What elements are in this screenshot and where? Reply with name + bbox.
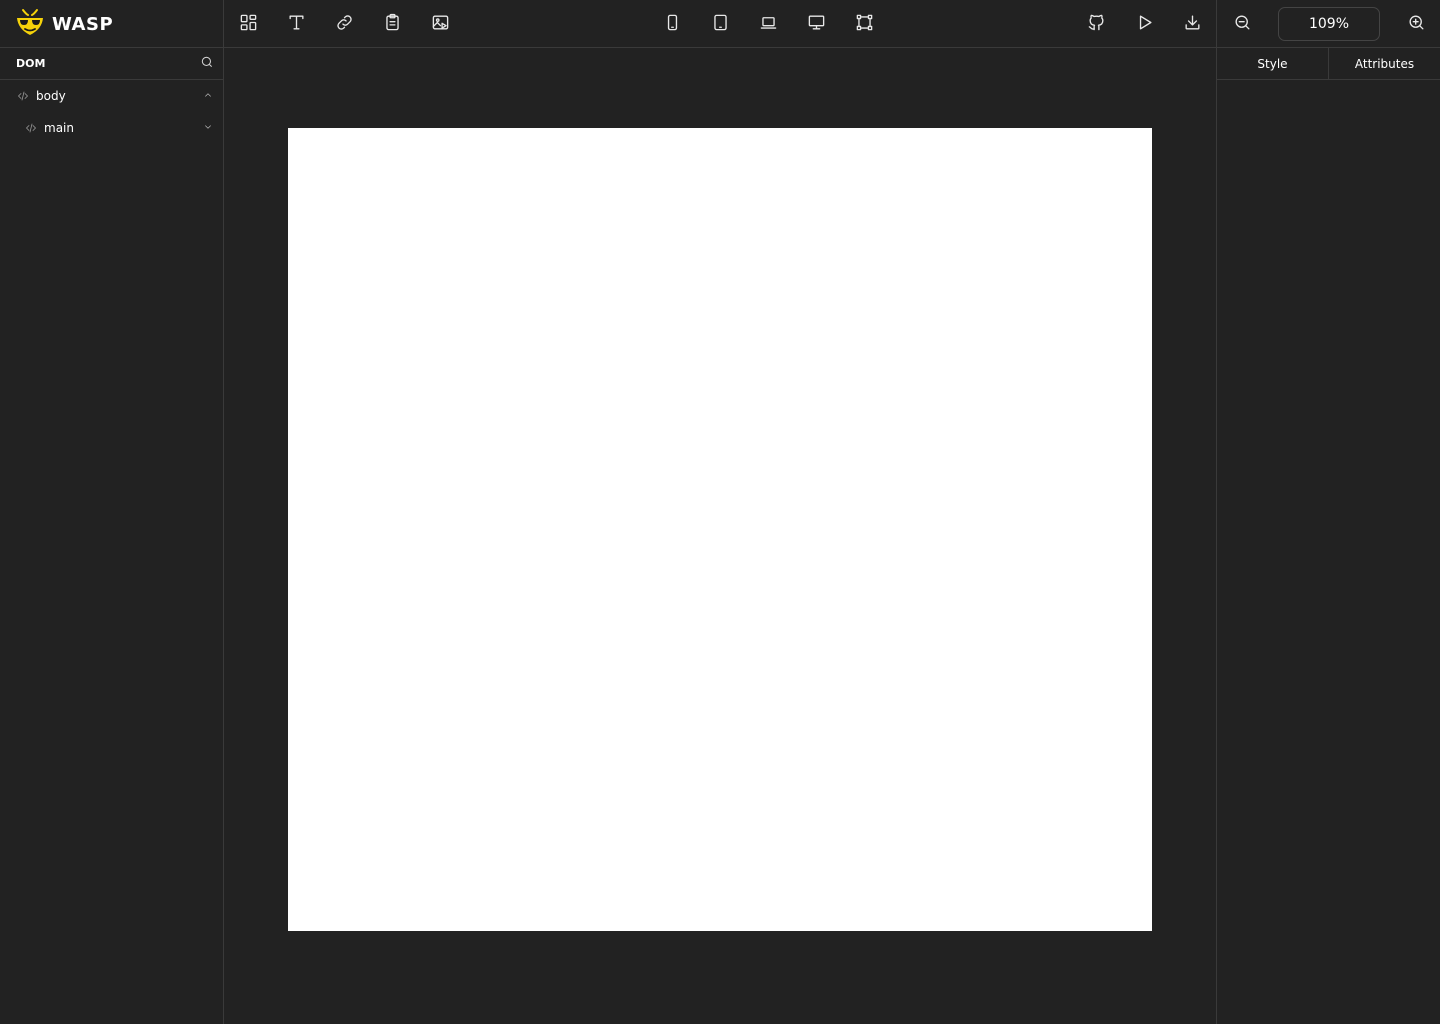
media-button[interactable]	[425, 9, 455, 39]
github-button[interactable]	[1081, 9, 1111, 39]
tablet-icon	[711, 13, 730, 36]
page-frame[interactable]	[288, 128, 1152, 931]
wasp-logo-icon	[14, 7, 46, 41]
tree-node-label: body	[36, 89, 66, 103]
play-icon	[1135, 13, 1154, 36]
zoom-controls: 109%	[1216, 0, 1440, 48]
zoom-in-icon	[1407, 13, 1426, 36]
laptop-icon	[759, 13, 778, 36]
editor-canvas[interactable]	[224, 48, 1216, 1024]
device-laptop-button[interactable]	[753, 9, 783, 39]
clipboard-icon	[383, 13, 402, 36]
clipboard-button[interactable]	[377, 9, 407, 39]
app-window: WASP 109% DOM body main Style Attributes	[0, 0, 1440, 1024]
device-desktop-button[interactable]	[801, 9, 831, 39]
link-icon	[335, 13, 354, 36]
text-icon	[287, 13, 306, 36]
preview-button[interactable]	[1129, 9, 1159, 39]
chevron-up-icon[interactable]	[203, 89, 213, 103]
download-icon	[1183, 13, 1202, 36]
device-custom-button[interactable]	[849, 9, 879, 39]
download-button[interactable]	[1177, 9, 1207, 39]
zoom-level-input[interactable]: 109%	[1278, 7, 1380, 41]
dom-panel: DOM body main	[0, 48, 224, 1024]
media-icon	[431, 13, 450, 36]
search-icon[interactable]	[200, 55, 214, 72]
tab-style[interactable]: Style	[1217, 48, 1328, 79]
desktop-icon	[807, 13, 826, 36]
zoom-out-button[interactable]	[1227, 9, 1257, 39]
dom-panel-title: DOM	[16, 57, 46, 70]
zoom-out-icon	[1233, 13, 1252, 36]
code-icon	[16, 89, 30, 103]
tab-attributes[interactable]: Attributes	[1328, 48, 1440, 79]
components-icon	[239, 13, 258, 36]
tree-node-main[interactable]: main	[0, 112, 223, 144]
link-button[interactable]	[329, 9, 359, 39]
github-icon	[1087, 13, 1106, 36]
chevron-down-icon[interactable]	[203, 121, 213, 135]
mobile-icon	[663, 13, 682, 36]
dom-panel-header: DOM	[0, 48, 223, 80]
device-mobile-button[interactable]	[657, 9, 687, 39]
custom-size-icon	[855, 13, 874, 36]
zoom-in-button[interactable]	[1401, 9, 1431, 39]
tree-node-label: main	[44, 121, 74, 135]
code-icon	[24, 121, 38, 135]
tree-node-body[interactable]: body	[0, 80, 223, 112]
properties-panel: Style Attributes	[1216, 48, 1440, 1024]
top-toolbar: WASP 109%	[0, 0, 1440, 48]
device-tablet-button[interactable]	[705, 9, 735, 39]
brand: WASP	[0, 0, 224, 48]
properties-tabs: Style Attributes	[1217, 48, 1440, 80]
text-button[interactable]	[281, 9, 311, 39]
components-button[interactable]	[233, 9, 263, 39]
brand-name: WASP	[52, 13, 114, 35]
